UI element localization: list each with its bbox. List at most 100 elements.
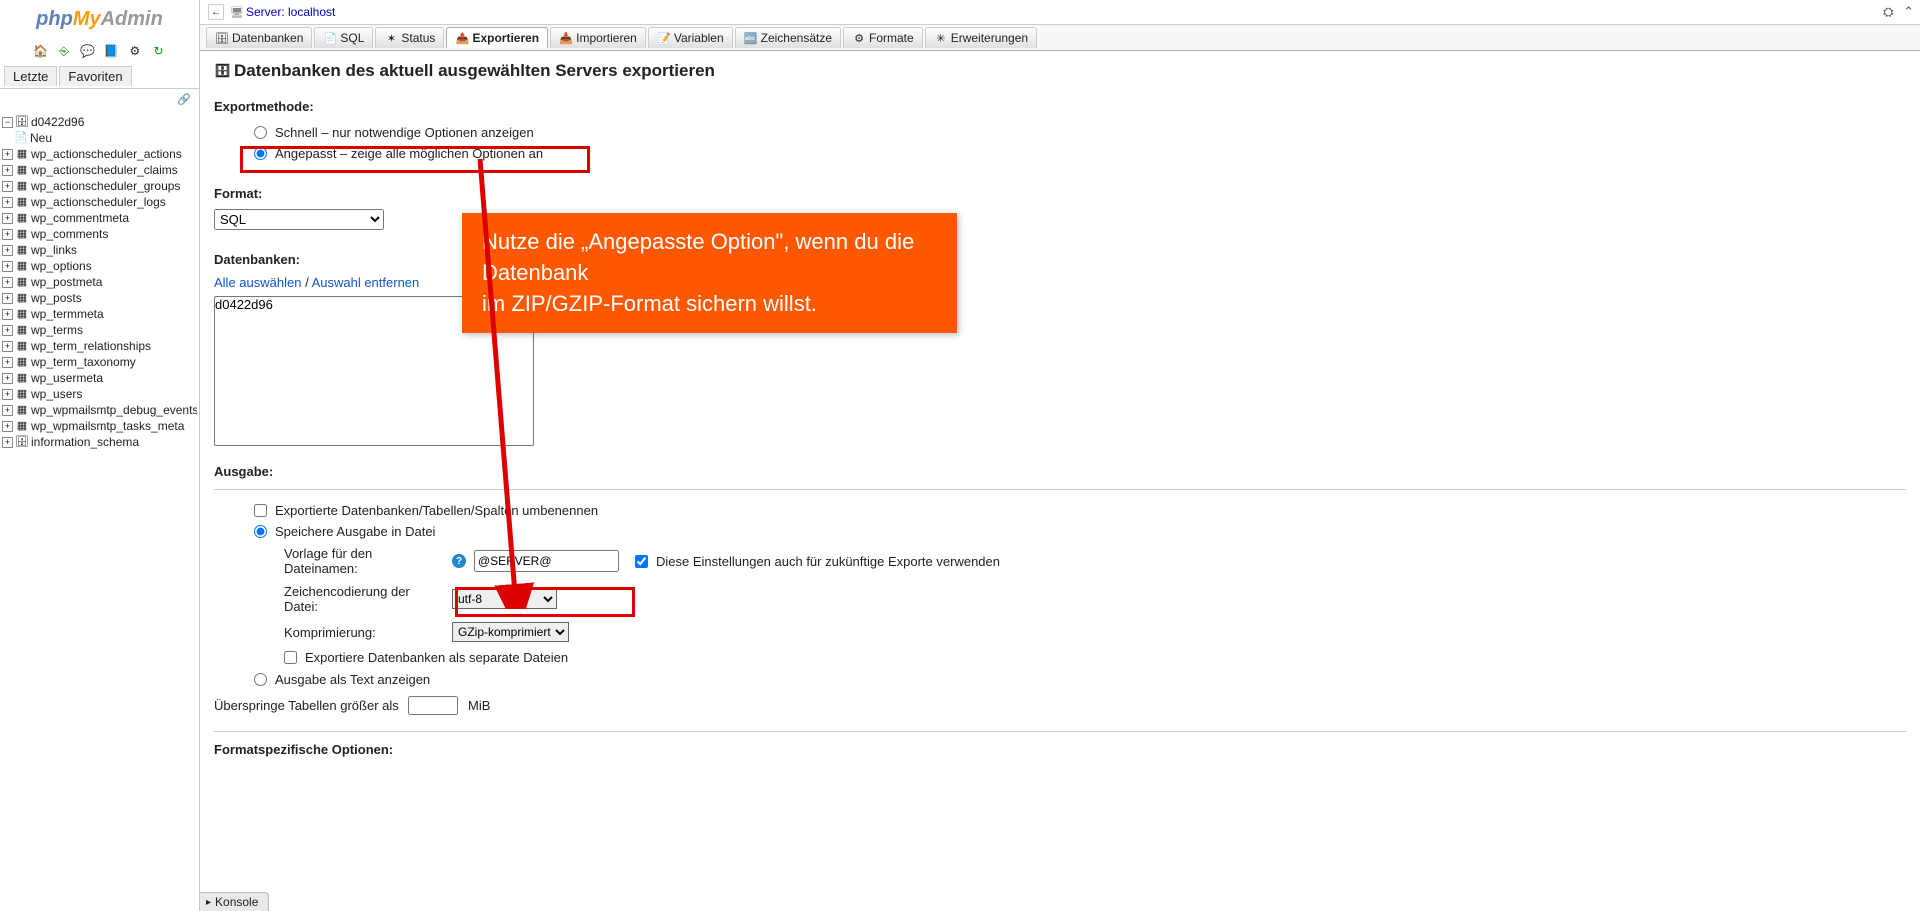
new-icon: 📄 xyxy=(14,131,28,145)
tree-expand[interactable]: + xyxy=(2,405,13,416)
table-node[interactable]: wp_term_relationships xyxy=(31,339,151,353)
tutorial-callout: Nutze die „Angepasste Option", wenn du d… xyxy=(462,213,957,333)
tree-expand[interactable]: + xyxy=(2,293,13,304)
tree-expand[interactable]: + xyxy=(2,389,13,400)
tab-icon: 📤 xyxy=(455,31,469,45)
nav-back-button[interactable]: ← xyxy=(208,4,224,20)
table-node[interactable]: wp_wpmailsmtp_debug_events xyxy=(31,403,197,417)
tab-erweiterungen[interactable]: ✳Erweiterungen xyxy=(925,27,1037,48)
table-node[interactable]: wp_comments xyxy=(31,227,108,241)
tree-expand[interactable]: + xyxy=(2,357,13,368)
tree-expand[interactable]: + xyxy=(2,261,13,272)
encoding-select[interactable]: utf-8 xyxy=(452,589,557,609)
format-specific-label: Formatspezifische Optionen: xyxy=(214,742,1906,757)
settings-icon[interactable]: ⚙ xyxy=(127,44,143,60)
table-node[interactable]: wp_commentmeta xyxy=(31,211,129,225)
tree-expand[interactable]: + xyxy=(2,197,13,208)
separate-files-checkbox[interactable] xyxy=(284,651,297,664)
quick-label[interactable]: Schnell – nur notwendige Optionen anzeig… xyxy=(275,125,534,140)
new-link[interactable]: Neu xyxy=(30,131,52,145)
tab-exportieren[interactable]: 📤Exportieren xyxy=(446,27,548,48)
table-node[interactable]: wp_posts xyxy=(31,291,82,305)
table-node[interactable]: wp_actionscheduler_actions xyxy=(31,147,182,161)
custom-label[interactable]: Angepasst – zeige alle möglichen Optione… xyxy=(275,146,543,161)
table-node[interactable]: wp_postmeta xyxy=(31,275,102,289)
docs-icon[interactable]: 📘 xyxy=(103,44,119,60)
table-node[interactable]: wp_usermeta xyxy=(31,371,103,385)
table-node[interactable]: wp_wpmailsmtp_tasks_meta xyxy=(31,419,184,433)
output-text-label[interactable]: Ausgabe als Text anzeigen xyxy=(275,672,430,687)
tree-expand[interactable]: + xyxy=(2,213,13,224)
tree-expand[interactable]: + xyxy=(2,341,13,352)
save-file-label[interactable]: Speichere Ausgabe in Datei xyxy=(275,524,435,539)
compression-select[interactable]: GZip-komprimiert xyxy=(452,622,569,642)
table-node[interactable]: wp_actionscheduler_groups xyxy=(31,179,180,193)
tree-collapse-root[interactable]: − xyxy=(2,117,13,128)
tab-recent[interactable]: Letzte xyxy=(4,66,57,86)
home-icon[interactable]: 🏠 xyxy=(32,44,48,60)
rename-checkbox[interactable] xyxy=(254,504,267,517)
main: ← 🖥 Server: localhost ⛭ ⌃ 🗄Datenbanken📄S… xyxy=(200,0,1920,911)
skip-label-post: MiB xyxy=(468,698,490,713)
tree-expand-other[interactable]: + xyxy=(2,437,13,448)
tab-variablen[interactable]: 📝Variablen xyxy=(648,27,733,48)
tab-formate[interactable]: ⚙Formate xyxy=(843,27,923,48)
tree-expand[interactable]: + xyxy=(2,309,13,320)
format-select[interactable]: SQL xyxy=(214,209,384,230)
tree-expand[interactable]: + xyxy=(2,245,13,256)
popout-icon[interactable]: ⛭ xyxy=(1883,4,1893,19)
tree-expand[interactable]: + xyxy=(2,181,13,192)
tree-expand[interactable]: + xyxy=(2,229,13,240)
table-node[interactable]: wp_links xyxy=(31,243,77,257)
radio-output-text[interactable] xyxy=(254,673,267,686)
skip-input[interactable] xyxy=(408,696,458,715)
logo[interactable]: phpMyAdmin xyxy=(0,0,199,39)
tab-zeichensätze[interactable]: 🔤Zeichensätze xyxy=(735,27,841,48)
table-node[interactable]: wp_termmeta xyxy=(31,307,104,321)
link-icon[interactable]: 🔗 xyxy=(0,89,199,110)
table-node[interactable]: wp_term_taxonomy xyxy=(31,355,136,369)
help-icon[interactable]: ? xyxy=(452,554,466,568)
tab-datenbanken[interactable]: 🗄Datenbanken xyxy=(206,27,312,48)
tree-expand[interactable]: + xyxy=(2,277,13,288)
radio-save-file[interactable] xyxy=(254,525,267,538)
table-icon: ▦ xyxy=(15,147,29,161)
db-node[interactable]: d0422d96 xyxy=(31,115,84,129)
tree-expand[interactable]: + xyxy=(2,325,13,336)
console-toggle[interactable]: ▸ Konsole xyxy=(200,892,269,911)
tab-status[interactable]: ✶Status xyxy=(375,27,444,48)
radio-custom[interactable] xyxy=(254,147,267,160)
rename-label[interactable]: Exportierte Datenbanken/Tabellen/Spalten… xyxy=(275,503,598,518)
table-node[interactable]: wp_actionscheduler_logs xyxy=(31,195,166,209)
table-node[interactable]: wp_actionscheduler_claims xyxy=(31,163,178,177)
reload-icon[interactable]: ↻ xyxy=(151,44,167,60)
table-node[interactable]: wp_users xyxy=(31,387,82,401)
tab-importieren[interactable]: 📥Importieren xyxy=(550,27,646,48)
tab-favorites[interactable]: Favoriten xyxy=(59,66,131,86)
table-node[interactable]: wp_options xyxy=(31,259,92,273)
sql-icon[interactable]: 💬 xyxy=(80,44,96,60)
export-method-label: Exportmethode: xyxy=(214,99,1906,114)
deselect-all-link[interactable]: Auswahl entfernen xyxy=(312,275,420,290)
tab-sql[interactable]: 📄SQL xyxy=(314,27,373,48)
future-label[interactable]: Diese Einstellungen auch für zukünftige … xyxy=(656,554,1000,569)
radio-quick[interactable] xyxy=(254,126,267,139)
table-icon: ▦ xyxy=(15,243,29,257)
tree-expand[interactable]: + xyxy=(2,165,13,176)
tab-icon: 🔤 xyxy=(744,31,758,45)
tree-expand[interactable]: + xyxy=(2,421,13,432)
separate-files-label[interactable]: Exportiere Datenbanken als separate Date… xyxy=(305,650,568,665)
template-input[interactable] xyxy=(474,550,619,572)
tab-icon: ⚙ xyxy=(852,31,866,45)
table-node[interactable]: wp_terms xyxy=(31,323,83,337)
server-link[interactable]: Server: localhost xyxy=(246,5,335,19)
exit-icon[interactable]: ⎆ xyxy=(56,44,72,60)
tree-expand[interactable]: + xyxy=(2,373,13,384)
tab-icon: ✶ xyxy=(384,31,398,45)
select-all-link[interactable]: Alle auswählen xyxy=(214,275,301,290)
other-db-node[interactable]: information_schema xyxy=(31,435,139,449)
tree-expand[interactable]: + xyxy=(2,149,13,160)
table-icon: ▦ xyxy=(15,163,29,177)
future-checkbox[interactable] xyxy=(635,555,648,568)
collapse-icon[interactable]: ⌃ xyxy=(1903,4,1914,19)
